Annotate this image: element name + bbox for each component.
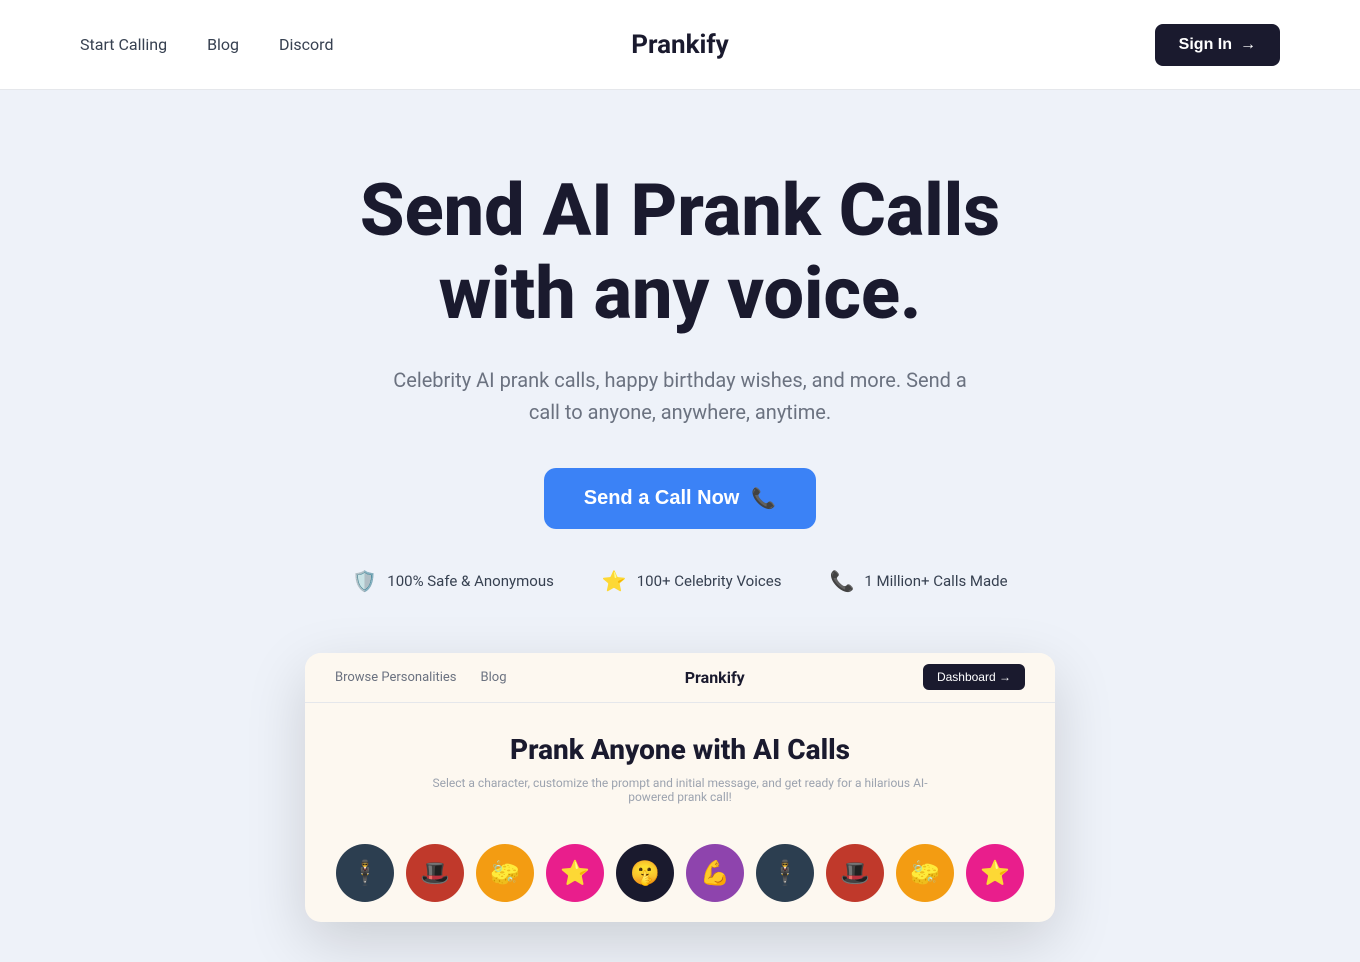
avatar-row: 🕴 🎩 🧽 ⭐ 🤫 💪 🕴 🎩 🧽 ⭐: [305, 844, 1055, 922]
avatar-5[interactable]: 🤫: [616, 844, 674, 902]
avatar-3[interactable]: 🧽: [476, 844, 534, 902]
avatar-9[interactable]: 🧽: [896, 844, 954, 902]
avatar-8[interactable]: 🎩: [826, 844, 884, 902]
site-logo: Prankify: [631, 30, 729, 60]
avatar-1[interactable]: 🕴: [336, 844, 394, 902]
calls-phone-icon: 📞: [829, 569, 854, 593]
hero-section: Send AI Prank Calls with any voice. Cele…: [0, 90, 1360, 962]
avatar-6[interactable]: 💪: [686, 844, 744, 902]
nav-discord[interactable]: Discord: [279, 35, 333, 54]
preview-logo: Prankify: [685, 668, 745, 687]
avatar-7[interactable]: 🕴: [756, 844, 814, 902]
stat-voices: ⭐ 100+ Celebrity Voices: [602, 569, 782, 593]
stats-row: 🛡️ 100% Safe & Anonymous ⭐ 100+ Celebrit…: [352, 569, 1007, 593]
preview-subtitle: Select a character, customize the prompt…: [430, 776, 930, 804]
preview-window: Browse Personalities Blog Prankify Dashb…: [305, 653, 1055, 922]
stat-safe-label: 100% Safe & Anonymous: [387, 572, 554, 590]
nav-start-calling[interactable]: Start Calling: [80, 35, 167, 54]
preview-navbar: Browse Personalities Blog Prankify Dashb…: [305, 653, 1055, 703]
nav-links: Start Calling Blog Discord: [80, 35, 333, 54]
avatar-2[interactable]: 🎩: [406, 844, 464, 902]
sign-in-label: Sign In: [1179, 36, 1232, 54]
stat-safe: 🛡️ 100% Safe & Anonymous: [352, 569, 553, 593]
preview-hero: Prank Anyone with AI Calls Select a char…: [305, 703, 1055, 844]
stat-voices-label: 100+ Celebrity Voices: [637, 572, 782, 590]
shield-icon: 🛡️: [352, 569, 377, 593]
navbar: Start Calling Blog Discord Prankify Sign…: [0, 0, 1360, 90]
avatar-10[interactable]: ⭐: [966, 844, 1024, 902]
preview-browse-personalities: Browse Personalities: [335, 670, 457, 685]
preview-dashboard-button[interactable]: Dashboard →: [923, 664, 1025, 690]
nav-blog[interactable]: Blog: [207, 35, 239, 54]
stat-calls-label: 1 Million+ Calls Made: [864, 572, 1007, 590]
preview-title: Prank Anyone with AI Calls: [325, 733, 1035, 766]
avatar-4[interactable]: ⭐: [546, 844, 604, 902]
sign-in-button[interactable]: Sign In →: [1155, 24, 1280, 66]
stat-calls: 📞 1 Million+ Calls Made: [829, 569, 1007, 593]
arrow-icon: →: [1240, 36, 1256, 54]
cta-button[interactable]: Send a Call Now 📞: [544, 468, 817, 529]
preview-blog-link: Blog: [481, 670, 507, 685]
cta-label: Send a Call Now: [584, 487, 740, 510]
phone-icon: 📞: [751, 486, 776, 511]
preview-nav-links: Browse Personalities Blog: [335, 670, 507, 685]
hero-title: Send AI Prank Calls with any voice.: [360, 170, 1000, 336]
hero-subtitle: Celebrity AI prank calls, happy birthday…: [380, 364, 980, 428]
star-icon: ⭐: [602, 569, 627, 593]
